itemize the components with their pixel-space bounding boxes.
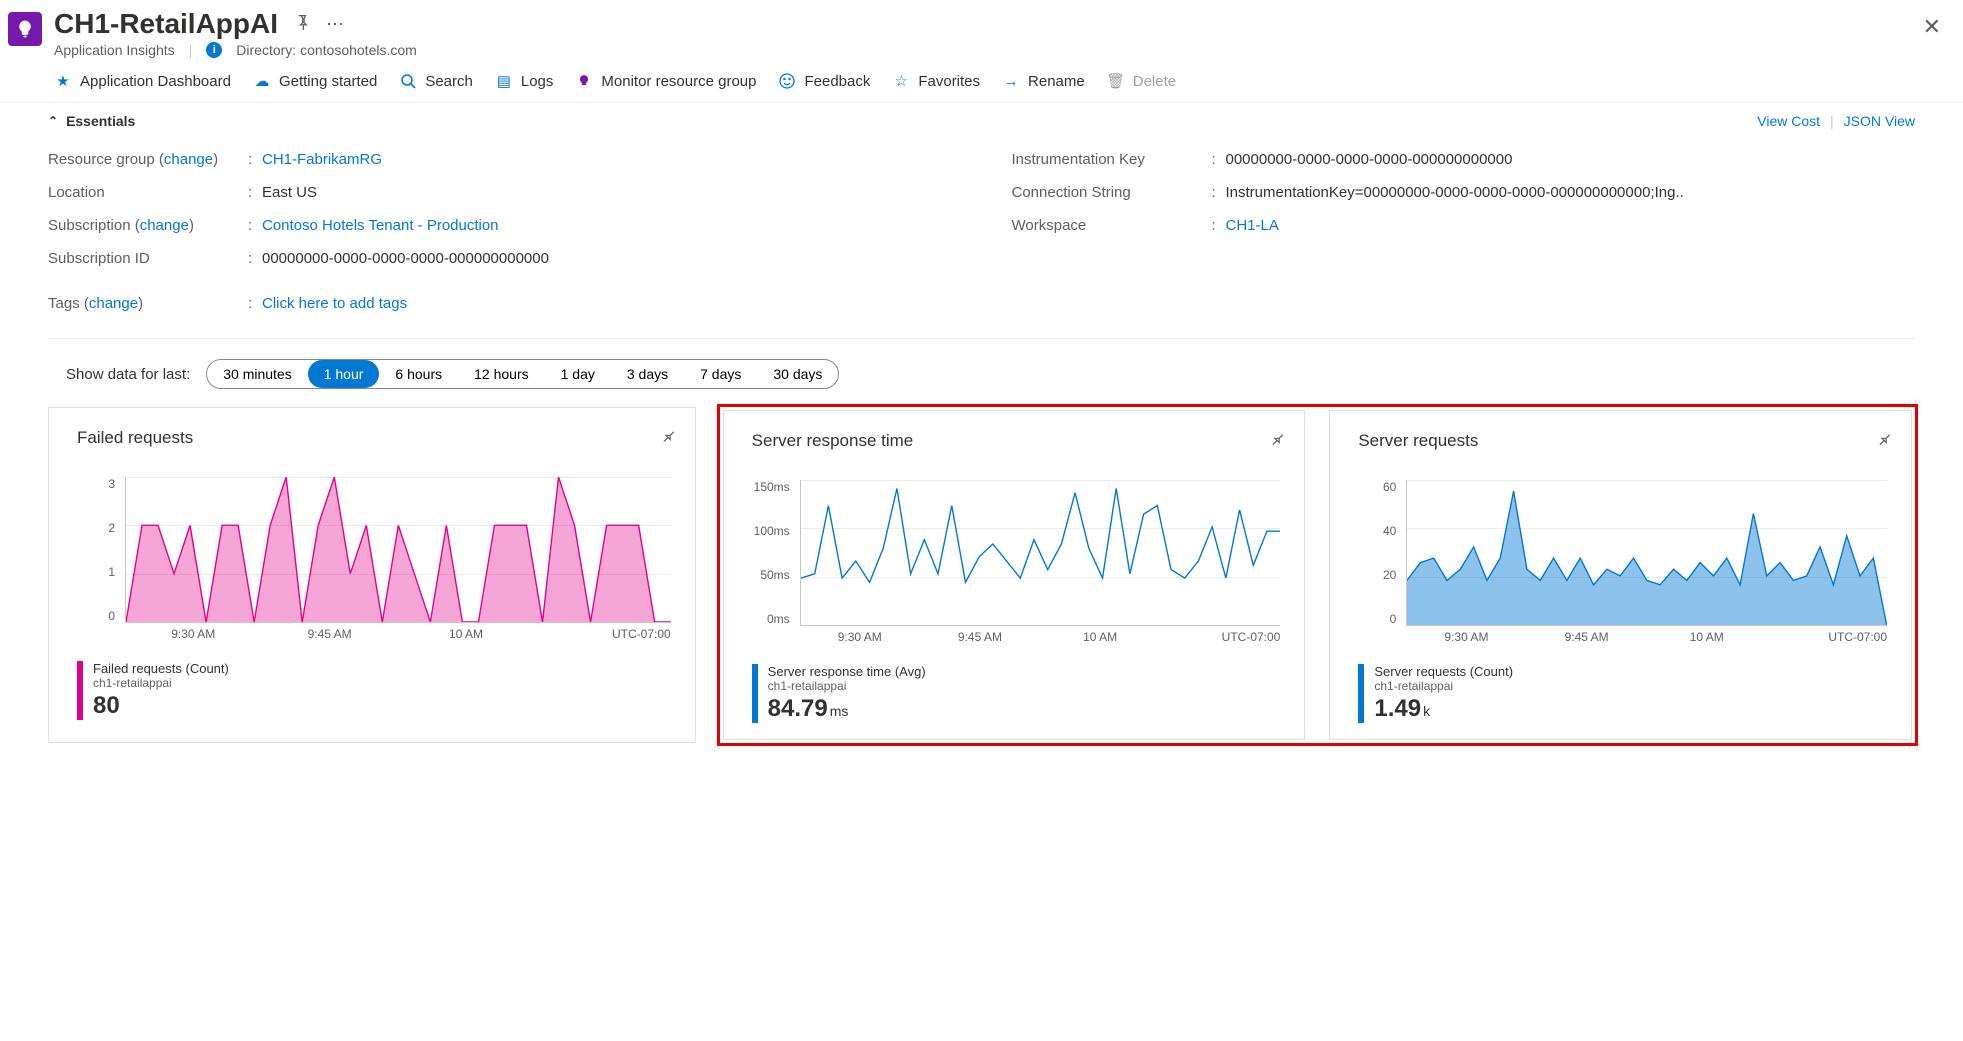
time-pill-3-days[interactable]: 3 days	[611, 360, 684, 388]
essentials-row: Subscription ID:00000000-0000-0000-0000-…	[48, 242, 952, 275]
toolbar: ★Application Dashboard ☁Getting started …	[0, 58, 1963, 103]
essentials-value-link[interactable]: Contoso Hotels Tenant - Production	[262, 217, 499, 234]
rename-button[interactable]: →Rename	[1002, 72, 1085, 90]
delete-button: 🗑Delete	[1107, 72, 1176, 90]
close-button[interactable]: ✕	[1909, 8, 1955, 46]
time-filter-label: Show data for last:	[66, 366, 190, 383]
view-cost-link[interactable]: View Cost	[1757, 113, 1820, 129]
feedback-button[interactable]: Feedback	[778, 72, 870, 90]
essentials-row: Workspace:CH1-LA	[1012, 209, 1916, 242]
chart-legend: Failed requests (Count)ch1-retailappai80	[77, 661, 675, 720]
essentials-value-link[interactable]: CH1-LA	[1226, 217, 1279, 234]
json-view-link[interactable]: JSON View	[1844, 113, 1915, 129]
highlighted-charts: Server response time150ms100ms50ms0ms9:3…	[717, 404, 1918, 746]
pin-icon[interactable]	[1263, 428, 1289, 454]
essentials-row: Resource group (change):CH1-FabrikamRG	[48, 143, 952, 176]
time-pill-7-days[interactable]: 7 days	[684, 360, 757, 388]
essentials-toggle[interactable]: ⌃ Essentials	[48, 113, 135, 129]
essentials-value-link[interactable]: CH1-FabrikamRG	[262, 151, 382, 168]
chart-legend: Server requests (Count)ch1-retailappai1.…	[1358, 664, 1891, 723]
tags-change-link[interactable]: change	[89, 295, 138, 312]
essentials-row: Subscription (change):Contoso Hotels Ten…	[48, 209, 952, 242]
chevron-up-icon: ⌃	[48, 114, 58, 128]
time-filter-pills: 30 minutes1 hour6 hours12 hours1 day3 da…	[206, 359, 839, 389]
page-title: CH1-RetailAppAI ⋯	[54, 8, 1909, 40]
add-tags-link[interactable]: Click here to add tags	[262, 295, 407, 312]
monitor-resource-group-button[interactable]: Monitor resource group	[575, 72, 756, 90]
change-link[interactable]: change	[164, 151, 213, 168]
essentials-row: Location:East US	[48, 176, 952, 209]
subtitle-type: Application Insights	[54, 42, 175, 58]
pin-button[interactable]	[294, 14, 310, 35]
essentials-row: Instrumentation Key:00000000-0000-0000-0…	[1012, 143, 1916, 176]
time-pill-6-hours[interactable]: 6 hours	[379, 360, 458, 388]
chart-title: Server requests	[1358, 431, 1478, 451]
chart-title: Failed requests	[77, 428, 193, 448]
essentials-grid: Resource group (change):CH1-FabrikamRGLo…	[0, 137, 1963, 287]
time-pill-1-day[interactable]: 1 day	[545, 360, 611, 388]
chart-card-server-requests[interactable]: Server requests60402009:30 AM9:45 AM10 A…	[1329, 410, 1912, 740]
time-pill-30-minutes[interactable]: 30 minutes	[207, 360, 307, 388]
directory-label: Directory: contosohotels.com	[236, 42, 417, 58]
more-button[interactable]: ⋯	[326, 14, 344, 35]
essentials-row: Connection String:InstrumentationKey=000…	[1012, 176, 1916, 209]
chart-card-server-response-time[interactable]: Server response time150ms100ms50ms0ms9:3…	[723, 410, 1306, 740]
app-insights-icon	[8, 12, 42, 46]
favorites-button[interactable]: ☆Favorites	[892, 72, 980, 90]
chart-legend: Server response time (Avg)ch1-retailappa…	[752, 664, 1285, 723]
pin-icon[interactable]	[1870, 428, 1896, 454]
time-pill-1-hour[interactable]: 1 hour	[308, 360, 380, 388]
time-pill-30-days[interactable]: 30 days	[757, 360, 838, 388]
chart-title: Server response time	[752, 431, 914, 451]
essentials-tags-row: Tags (change) : Click here to add tags	[48, 287, 952, 320]
time-pill-12-hours[interactable]: 12 hours	[458, 360, 544, 388]
logs-button[interactable]: ▤Logs	[495, 72, 554, 90]
chart-card-failed-requests[interactable]: Failed requests32109:30 AM9:45 AM10 AMUT…	[48, 407, 696, 743]
pin-icon[interactable]	[654, 425, 680, 451]
getting-started-button[interactable]: ☁Getting started	[253, 72, 377, 90]
change-link[interactable]: change	[140, 217, 189, 234]
search-button[interactable]: Search	[399, 72, 473, 90]
application-dashboard-button[interactable]: ★Application Dashboard	[54, 72, 231, 90]
info-icon[interactable]: i	[206, 42, 222, 58]
